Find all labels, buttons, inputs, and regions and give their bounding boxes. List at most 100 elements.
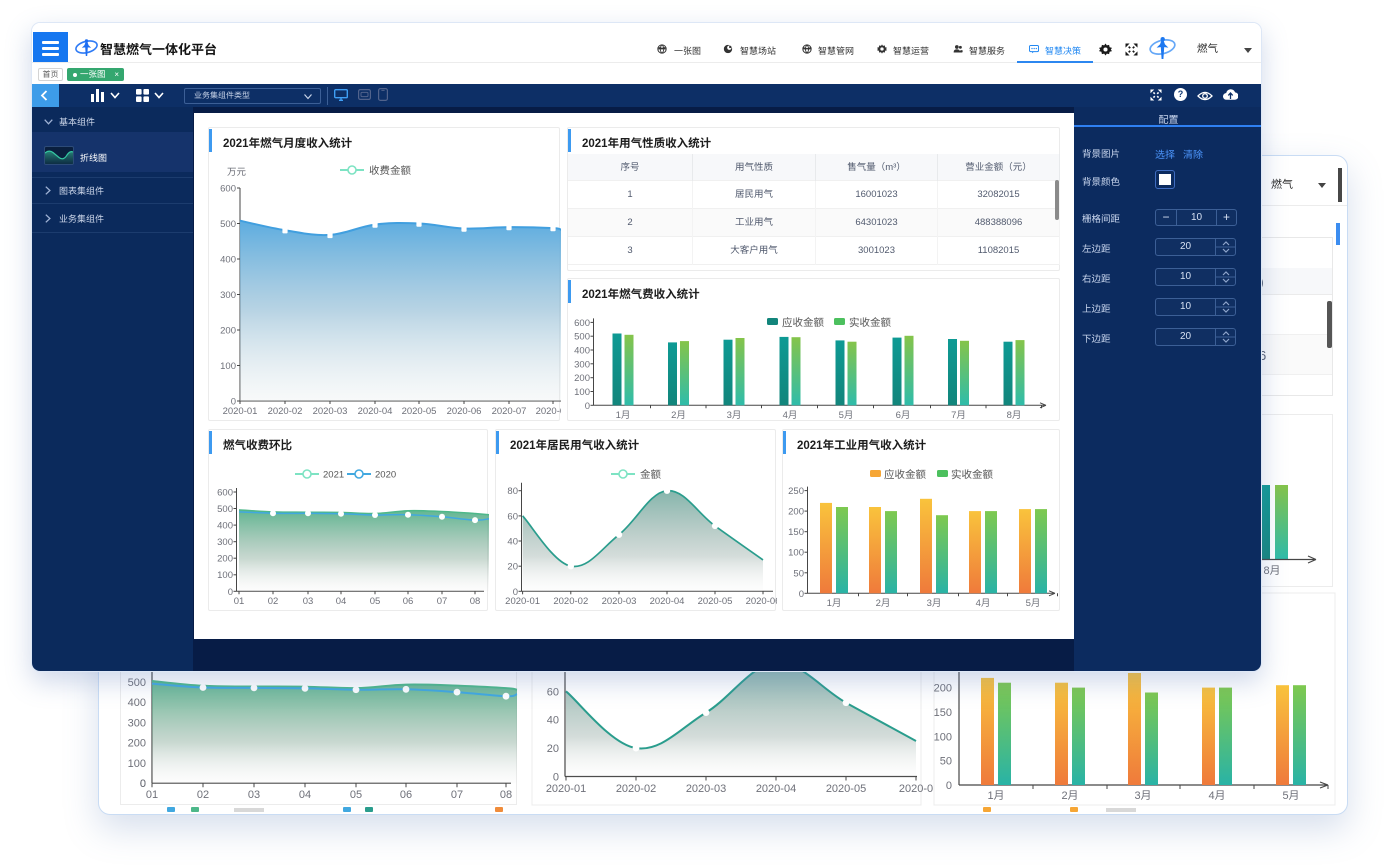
svg-text:4月: 4月	[1208, 790, 1225, 802]
svg-text:2020-05: 2020-05	[698, 596, 733, 607]
svg-text:3月: 3月	[1134, 790, 1151, 802]
svg-text:300: 300	[220, 290, 236, 301]
svg-text:50: 50	[793, 568, 804, 579]
svg-text:80: 80	[507, 486, 518, 497]
svg-text:400: 400	[128, 697, 146, 709]
svg-text:06: 06	[403, 596, 414, 607]
svg-text:2020-01: 2020-01	[223, 406, 258, 417]
svg-text:40: 40	[547, 715, 559, 727]
svg-text:08: 08	[470, 596, 481, 607]
svg-text:2020-03: 2020-03	[686, 783, 726, 795]
svg-text:05: 05	[350, 789, 362, 801]
svg-text:2月: 2月	[876, 598, 891, 609]
svg-text:0: 0	[946, 780, 952, 792]
svg-text:2020-01: 2020-01	[505, 596, 540, 607]
svg-text:300: 300	[217, 537, 233, 548]
svg-text:2020-06: 2020-06	[447, 406, 482, 417]
svg-text:2020-02: 2020-02	[616, 783, 656, 795]
svg-text:4月: 4月	[783, 410, 798, 421]
svg-text:0: 0	[553, 772, 559, 784]
svg-text:7月: 7月	[951, 410, 966, 421]
svg-text:应收金额: 应收金额	[884, 467, 926, 482]
svg-text:实收金额: 实收金额	[951, 467, 993, 482]
svg-text:400: 400	[217, 521, 233, 532]
svg-text:2月: 2月	[671, 410, 686, 421]
svg-text:200: 200	[574, 373, 590, 384]
svg-text:应收金额: 应收金额	[782, 315, 824, 330]
svg-text:2020-08: 2020-08	[536, 406, 561, 417]
svg-text:300: 300	[128, 718, 146, 730]
svg-text:60: 60	[507, 511, 518, 522]
svg-text:实收金额: 实收金额	[849, 315, 891, 330]
svg-text:4月: 4月	[976, 598, 991, 609]
svg-text:300: 300	[574, 359, 590, 370]
svg-text:收费金额: 收费金额	[369, 163, 411, 178]
svg-text:100: 100	[128, 758, 146, 770]
svg-text:2020-04: 2020-04	[756, 783, 796, 795]
svg-text:500: 500	[128, 677, 146, 689]
svg-text:20: 20	[547, 743, 559, 755]
svg-text:100: 100	[934, 731, 952, 743]
svg-text:1月: 1月	[616, 410, 631, 421]
svg-text:07: 07	[437, 596, 448, 607]
svg-text:01: 01	[146, 789, 158, 801]
svg-text:8月: 8月	[1007, 410, 1022, 421]
svg-text:08: 08	[500, 789, 512, 801]
svg-text:2020-05: 2020-05	[826, 783, 866, 795]
svg-text:2020-06: 2020-06	[746, 596, 777, 607]
svg-text:5月: 5月	[1026, 598, 1041, 609]
svg-text:01: 01	[234, 596, 245, 607]
svg-text:2020-07: 2020-07	[492, 406, 527, 417]
svg-text:2020-02: 2020-02	[268, 406, 303, 417]
svg-text:3月: 3月	[727, 410, 742, 421]
svg-text:03: 03	[303, 596, 314, 607]
svg-text:100: 100	[220, 361, 236, 372]
svg-text:3月: 3月	[927, 598, 942, 609]
svg-text:2020-01: 2020-01	[546, 783, 586, 795]
svg-text:2020-03: 2020-03	[602, 596, 637, 607]
svg-text:2020-04: 2020-04	[650, 596, 685, 607]
svg-text:04: 04	[299, 789, 311, 801]
svg-text:2月: 2月	[1061, 790, 1078, 802]
svg-text:5月: 5月	[839, 410, 854, 421]
svg-text:04: 04	[336, 596, 347, 607]
svg-text:250: 250	[788, 486, 804, 497]
svg-text:1月: 1月	[987, 790, 1004, 802]
svg-text:06: 06	[400, 789, 412, 801]
svg-text:2020-0: 2020-0	[899, 783, 933, 795]
svg-text:500: 500	[574, 332, 590, 343]
svg-text:200: 200	[128, 738, 146, 750]
svg-text:2021: 2021	[323, 470, 344, 481]
svg-text:600: 600	[574, 318, 590, 329]
svg-text:600: 600	[220, 184, 236, 195]
svg-text:07: 07	[451, 789, 463, 801]
svg-text:万元: 万元	[227, 164, 247, 178]
svg-text:400: 400	[574, 346, 590, 357]
svg-text:400: 400	[220, 255, 236, 266]
svg-text:200: 200	[788, 507, 804, 518]
svg-text:100: 100	[788, 548, 804, 559]
svg-text:2020-03: 2020-03	[313, 406, 348, 417]
svg-text:金额: 金额	[640, 467, 661, 482]
svg-text:500: 500	[220, 219, 236, 230]
svg-text:0: 0	[799, 589, 804, 600]
svg-text:2020: 2020	[375, 470, 396, 481]
svg-text:03: 03	[248, 789, 260, 801]
svg-text:1月: 1月	[827, 598, 842, 609]
svg-text:20: 20	[507, 562, 518, 573]
svg-text:02: 02	[197, 789, 209, 801]
svg-text:100: 100	[574, 387, 590, 398]
svg-text:6月: 6月	[896, 410, 911, 421]
svg-text:500: 500	[217, 504, 233, 515]
svg-text:150: 150	[788, 527, 804, 538]
svg-text:0: 0	[585, 401, 590, 412]
svg-text:50: 50	[940, 756, 952, 768]
svg-text:02: 02	[268, 596, 279, 607]
svg-text:600: 600	[217, 488, 233, 499]
svg-text:5月: 5月	[1282, 790, 1299, 802]
svg-text:60: 60	[547, 686, 559, 698]
svg-text:0: 0	[228, 587, 233, 598]
svg-text:40: 40	[507, 537, 518, 548]
svg-text:200: 200	[217, 554, 233, 565]
svg-text:150: 150	[934, 707, 952, 719]
